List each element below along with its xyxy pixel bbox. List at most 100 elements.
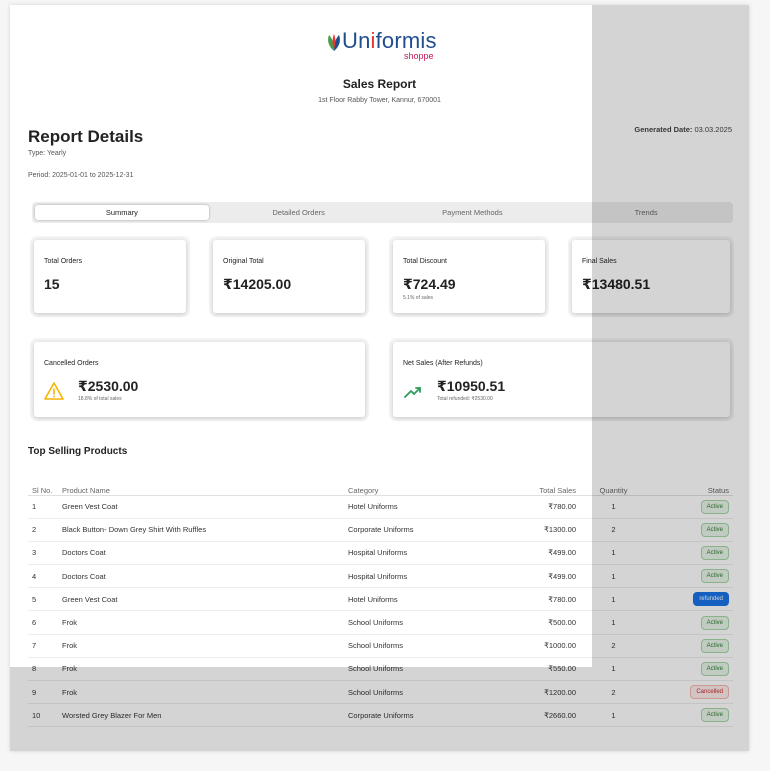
row-quantity: 1 (580, 541, 647, 566)
row-sl-no: 2 (28, 518, 58, 542)
table-row: 7 Frok School Uniforms ₹1000.00 2 Active (28, 634, 733, 658)
row-total-sales: ₹2660.00 (474, 703, 580, 728)
row-product-name: Frok (58, 657, 344, 682)
column-header: Product Name (58, 475, 344, 496)
row-category: Hospital Uniforms (344, 564, 474, 589)
net-sales-card: Net Sales (After Refunds) ₹10950.51 Tota… (393, 342, 730, 417)
row-quantity: 1 (580, 703, 647, 728)
status-badge: Active (700, 615, 729, 630)
top-products-title: Top Selling Products (28, 446, 128, 457)
logo-leaf-icon (328, 34, 340, 51)
row-status: Active (647, 657, 733, 682)
row-status: Active (647, 634, 733, 658)
row-quantity: 1 (580, 564, 647, 589)
report-page: Uniformis shoppe Sales Report 1st Floor … (10, 5, 749, 751)
row-status: Active (647, 541, 733, 566)
card-value: ₹14205.00 (223, 276, 292, 292)
column-header: Total Sales (474, 475, 580, 496)
table-row: 2 Black Button- Down Grey Shirt With Ruff… (28, 518, 733, 542)
products-table: Sl No. Product Name Category Total Sales… (28, 475, 733, 728)
card-label: Total Orders (44, 258, 83, 265)
row-status: Active (647, 518, 733, 542)
row-status: refunded (647, 587, 733, 612)
card-value: ₹2530.00 (78, 378, 139, 394)
row-quantity: 2 (580, 680, 647, 705)
row-status: Active (647, 564, 733, 589)
final-sales-card: Final Sales ₹13480.51 (572, 240, 730, 313)
card-subtext: Total refunded: ₹2530.00 (437, 396, 493, 402)
row-quantity: 1 (580, 587, 647, 612)
column-header: Quantity (580, 475, 647, 496)
original-total-card: Original Total ₹14205.00 (213, 240, 365, 313)
tab-payment-methods[interactable]: Payment Methods (386, 202, 560, 223)
report-details-heading: Report Details (28, 127, 144, 146)
row-total-sales: ₹550.00 (474, 657, 580, 682)
card-subtext: 18.8% of total sales (78, 396, 122, 402)
cancelled-orders-card: Cancelled Orders ₹2530.00 18.8% of total… (34, 342, 365, 417)
card-label: Final Sales (582, 258, 617, 265)
status-badge: Active (700, 708, 729, 723)
row-category: Corporate Uniforms (344, 518, 474, 542)
row-category: Corporate Uniforms (344, 703, 474, 728)
card-value: ₹13480.51 (582, 276, 651, 292)
trending-up-icon (404, 387, 421, 398)
row-total-sales: ₹500.00 (474, 610, 580, 635)
table-row: 9 Frok School Uniforms ₹1200.00 2 Cancelled (28, 680, 733, 705)
tab-summary[interactable]: Summary (35, 205, 209, 220)
column-header: Sl No. (28, 475, 58, 496)
row-total-sales: ₹1000.00 (474, 634, 580, 658)
row-quantity: 2 (580, 634, 647, 658)
store-address: 1st Floor Rabby Tower, Kannur, 670001 (318, 97, 441, 104)
status-badge: refunded (693, 592, 729, 607)
row-category: Hotel Uniforms (344, 495, 474, 519)
row-quantity: 1 (580, 610, 647, 635)
row-total-sales: ₹499.00 (474, 541, 580, 566)
row-product-name: Green Vest Coat (58, 495, 344, 519)
row-sl-no: 1 (28, 495, 58, 519)
row-sl-no: 8 (28, 657, 58, 682)
table-row: 10 Worsted Grey Blazer For Men Corporate U… (28, 703, 733, 728)
card-subtext: 5.1% of sales (403, 295, 434, 301)
row-product-name: Green Vest Coat (58, 587, 344, 612)
row-product-name: Frok (58, 634, 344, 658)
row-product-name: Worsted Grey Blazer For Men (58, 703, 344, 728)
status-badge: Active (700, 638, 729, 653)
table-row: 5 Green Vest Coat Hotel Uniforms ₹780.00 1 re… (28, 587, 733, 612)
warning-icon (44, 382, 64, 400)
tab-trends[interactable]: Trends (559, 202, 733, 223)
generated-date: Generated Date: 03.03.2025 (634, 125, 732, 134)
report-tabs: Summary Detailed Orders Payment Methods … (32, 202, 733, 223)
row-product-name: Black Button- Down Grey Shirt With Ruffl… (58, 518, 344, 542)
table-row: 3 Doctors Coat Hospital Uniforms ₹499.00 1 Ac… (28, 541, 733, 566)
brand-name: Uniformis (342, 28, 437, 53)
row-total-sales: ₹780.00 (474, 495, 580, 519)
report-title: Sales Report (342, 77, 417, 91)
row-category: School Uniforms (344, 634, 474, 658)
row-product-name: Frok (58, 610, 344, 635)
tab-detailed-orders[interactable]: Detailed Orders (212, 202, 386, 223)
card-label: Net Sales (After Refunds) (403, 360, 483, 367)
report-period: Period: 2025-01-01 to 2025-12-31 (28, 172, 134, 179)
row-product-name: Doctors Coat (58, 541, 344, 566)
row-category: School Uniforms (344, 680, 474, 705)
row-sl-no: 5 (28, 587, 58, 612)
status-badge: Cancelled (690, 685, 729, 700)
row-status: Active (647, 610, 733, 635)
row-total-sales: ₹1300.00 (474, 518, 580, 542)
table-row: 8 Frok School Uniforms ₹550.00 1 Active (28, 657, 733, 682)
status-badge: Active (700, 569, 729, 584)
row-category: School Uniforms (344, 610, 474, 635)
brand-logo: Uniformis shoppe (326, 29, 437, 69)
report-type: Type: Yearly (28, 150, 67, 157)
card-value: 15 (44, 276, 60, 292)
status-badge: Active (700, 499, 729, 514)
total-discount-card: Total Discount ₹724.49 5.1% of sales (393, 240, 545, 313)
row-sl-no: 9 (28, 680, 58, 705)
column-header: Category (344, 475, 474, 496)
row-category: School Uniforms (344, 657, 474, 682)
row-sl-no: 10 (28, 703, 58, 728)
row-category: Hotel Uniforms (344, 587, 474, 612)
table-row: 1 Green Vest Coat Hotel Uniforms ₹780.00 1 Ac… (28, 495, 733, 519)
total-orders-card: Total Orders 15 (34, 240, 186, 313)
row-status: Active (647, 495, 733, 519)
